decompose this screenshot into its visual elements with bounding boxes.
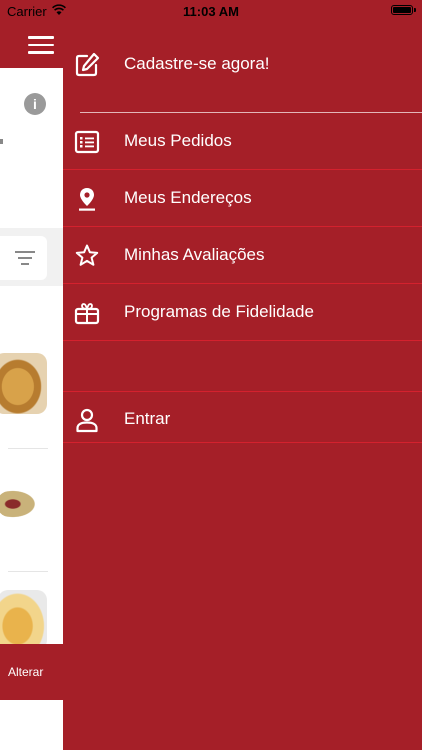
divider	[63, 442, 422, 443]
divider	[8, 448, 48, 449]
signup-label: Cadastre-se agora!	[124, 54, 270, 73]
product-image[interactable]	[0, 489, 38, 519]
location-pin-icon	[79, 188, 95, 211]
menu-item-orders[interactable]: Meus Pedidos	[63, 114, 422, 170]
product-image[interactable]	[0, 590, 47, 650]
user-icon	[76, 408, 98, 433]
battery-icon	[391, 5, 416, 15]
gift-icon	[74, 303, 100, 325]
edit-icon	[75, 52, 100, 77]
login-item[interactable]: Entrar	[63, 392, 422, 448]
info-icon[interactable]: i	[24, 93, 46, 115]
clock: 11:03 AM	[183, 4, 239, 19]
status-bar: Carrier 11:03 AM	[0, 0, 422, 22]
menu-item-loyalty[interactable]: Programas de Fidelidade	[63, 285, 422, 341]
product-image[interactable]	[0, 353, 47, 414]
change-button[interactable]: Alterar	[8, 665, 43, 679]
list-icon	[74, 130, 100, 154]
menu-item-label: Programas de Fidelidade	[124, 302, 314, 321]
login-label: Entrar	[124, 409, 171, 428]
text-fragment	[0, 139, 3, 144]
side-drawer: Cadastre-se agora! Meus Pedidos Meus End…	[63, 22, 422, 750]
divider	[63, 340, 422, 341]
hamburger-menu-icon[interactable]	[28, 36, 54, 54]
main-page-behind-drawer: i Alterar	[0, 22, 63, 750]
menu-item-label: Meus Pedidos	[124, 131, 232, 150]
divider	[63, 169, 422, 170]
filter-icon	[15, 251, 35, 265]
menu-item-reviews[interactable]: Minhas Avaliações	[63, 228, 422, 284]
menu-item-label: Minhas Avaliações	[124, 245, 265, 264]
divider	[63, 226, 422, 227]
divider	[63, 283, 422, 284]
divider	[8, 571, 48, 572]
star-icon	[75, 244, 99, 266]
divider	[80, 112, 422, 113]
menu-item-label: Meus Endereços	[124, 188, 252, 207]
menu-item-addresses[interactable]: Meus Endereços	[63, 171, 422, 227]
signup-item[interactable]: Cadastre-se agora!	[63, 37, 422, 93]
